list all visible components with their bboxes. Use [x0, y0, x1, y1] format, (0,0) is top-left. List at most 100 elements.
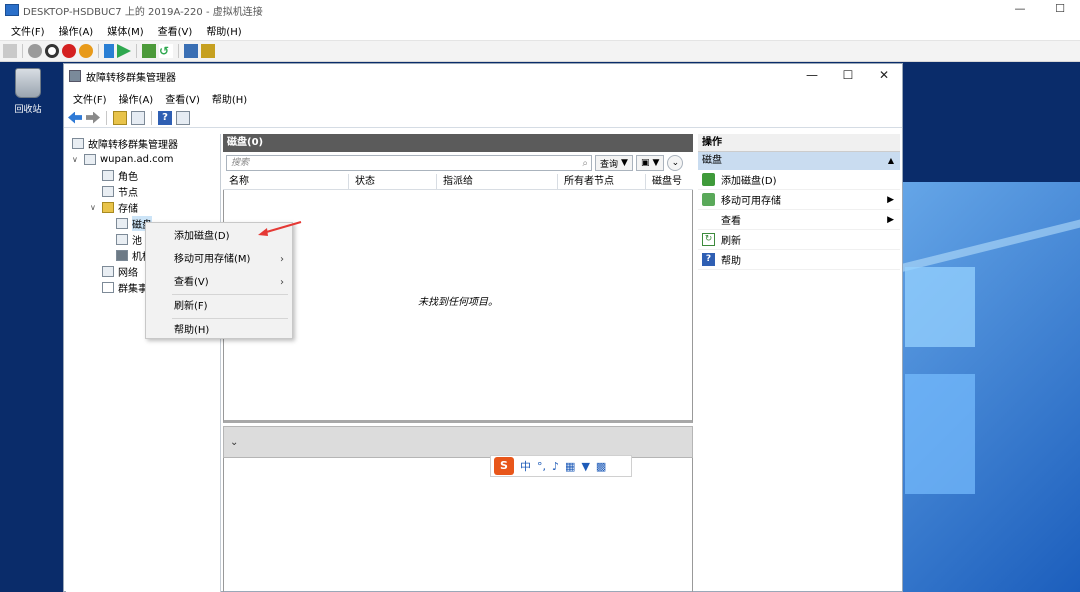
context-item-label: 添加磁盘(D) — [174, 231, 230, 242]
tree-item-label: 网络 — [118, 268, 138, 279]
vm-maximize-button[interactable]: ☐ — [1040, 0, 1080, 20]
context-item-label: 移动可用存储(M) — [174, 254, 251, 265]
microphone-icon[interactable]: ♪ — [552, 460, 559, 473]
ime-chinese-mode[interactable]: 中 — [520, 458, 531, 474]
toolbox-icon[interactable]: ▩ — [596, 460, 606, 473]
actions-section-disks[interactable]: 磁盘 ▲ — [698, 152, 900, 170]
action-label: 帮助 — [721, 256, 741, 267]
column-assigned-to[interactable]: 指派给 — [437, 173, 558, 190]
network-icon — [102, 266, 114, 277]
detail-pane-header[interactable]: ⌄ — [223, 426, 693, 458]
add-disk-icon — [702, 173, 715, 186]
collapse-icon[interactable]: ∨ — [90, 203, 100, 212]
event-log-icon — [102, 282, 114, 293]
ctrl-alt-del-icon[interactable] — [3, 44, 17, 58]
search-icon[interactable]: ⌕ — [582, 157, 588, 171]
vm-menu-media[interactable]: 媒体(M) — [100, 23, 150, 38]
context-item-label: 查看(V) — [174, 277, 209, 288]
column-owner-node[interactable]: 所有者节点 — [558, 173, 646, 190]
action-add-disk[interactable]: 添加磁盘(D) — [698, 170, 900, 190]
ime-toolbar: S 中 °, ♪ ▦ ▼ ▩ — [490, 455, 632, 477]
sogou-logo-icon[interactable]: S — [494, 457, 514, 475]
save-query-button[interactable]: ▣ ▼ — [635, 155, 665, 171]
action-move-storage[interactable]: 移动可用存储 ▶ — [698, 190, 900, 210]
vm-menu-help[interactable]: 帮助(H) — [199, 23, 248, 38]
filter-row: 搜索 ⌕ 查询 ▼ ▣ ▼ ⌄ — [223, 152, 693, 174]
ime-punctuation[interactable]: °, — [537, 460, 546, 473]
cluster-manager-titlebar: 故障转移群集管理器 — ☐ ✕ — [64, 64, 902, 88]
tree-item-label: 故障转移群集管理器 — [88, 140, 178, 151]
tree-item-storage[interactable]: ∨ 存储 — [90, 200, 138, 215]
menu-file[interactable]: 文件(F) — [67, 91, 113, 106]
back-arrow-icon[interactable] — [68, 111, 82, 124]
tree-item-cluster[interactable]: ∨ wupan.ad.com — [72, 152, 174, 167]
column-disk-number[interactable]: 磁盘号 — [646, 174, 693, 190]
recycle-bin-icon[interactable] — [15, 68, 41, 98]
turn-off-icon[interactable] — [45, 44, 59, 58]
search-placeholder: 搜索 — [231, 158, 250, 168]
pause-icon[interactable] — [104, 44, 114, 58]
cluster-manager-icon — [69, 70, 81, 82]
close-button[interactable]: ✕ — [866, 64, 902, 86]
collapse-icon[interactable]: ∨ — [72, 155, 82, 164]
show-hide-actions-icon[interactable] — [176, 110, 190, 125]
revert-icon[interactable]: ↺ — [159, 44, 173, 58]
recycle-bin[interactable]: 回收站 — [8, 68, 48, 115]
vm-menu-view[interactable]: 查看(V) — [151, 23, 200, 38]
context-help[interactable]: 帮助(H) — [146, 319, 292, 342]
menu-action[interactable]: 操作(A) — [113, 91, 160, 106]
keyboard-icon[interactable]: ▦ — [565, 460, 575, 473]
enhanced-session-icon[interactable] — [184, 44, 198, 58]
tree-item-nodes[interactable]: 节点 — [102, 184, 138, 199]
minimize-button[interactable]: — — [794, 64, 830, 86]
toolbar-divider — [178, 44, 179, 58]
menu-view[interactable]: 查看(V) — [159, 91, 206, 106]
shutdown-icon[interactable] — [62, 44, 76, 58]
collapse-icon[interactable]: ▲ — [888, 152, 894, 170]
vm-menu-action[interactable]: 操作(A) — [52, 23, 101, 38]
context-refresh[interactable]: 刷新(F) — [146, 295, 292, 318]
context-view[interactable]: 查看(V) › — [146, 271, 292, 294]
folder-up-icon[interactable] — [113, 110, 127, 125]
view-icon — [702, 213, 715, 226]
toolbar-divider — [106, 110, 107, 125]
action-label: 刷新 — [721, 236, 741, 247]
context-item-label: 刷新(F) — [174, 301, 208, 312]
resume-icon[interactable] — [117, 44, 131, 58]
help-icon[interactable]: ? — [158, 110, 172, 125]
toolbar-divider — [22, 44, 23, 58]
enclosure-icon — [116, 250, 128, 261]
chevron-down-icon[interactable]: ⌄ — [230, 437, 238, 448]
save-icon: ▣ — [640, 158, 650, 168]
tree-item-root[interactable]: 故障转移群集管理器 — [72, 136, 178, 151]
tree-item-pools[interactable]: 池 — [116, 232, 142, 247]
skin-icon[interactable]: ▼ — [581, 460, 589, 473]
action-view[interactable]: 查看 ▶ — [698, 210, 900, 230]
vm-menu-file[interactable]: 文件(F) — [4, 23, 52, 38]
recycle-bin-label: 回收站 — [14, 105, 42, 115]
maximize-button[interactable]: ☐ — [830, 64, 866, 86]
action-help[interactable]: ? 帮助 — [698, 250, 900, 270]
column-status[interactable]: 状态 — [349, 173, 437, 190]
save-state-icon[interactable] — [79, 44, 93, 58]
column-name[interactable]: 名称 — [223, 173, 349, 190]
submenu-arrow-icon: ▶ — [887, 194, 894, 205]
vm-minimize-button[interactable]: — — [1000, 0, 1040, 20]
forward-arrow-icon[interactable] — [86, 111, 100, 124]
vm-toolbar: ↺ — [0, 40, 1080, 62]
show-hide-tree-icon[interactable] — [131, 110, 145, 125]
start-icon[interactable] — [28, 44, 42, 58]
search-input[interactable]: 搜索 ⌕ — [226, 155, 592, 171]
expand-filter-button[interactable]: ⌄ — [667, 155, 684, 171]
action-refresh[interactable]: ↻ 刷新 — [698, 230, 900, 250]
storage-folder-icon — [102, 202, 114, 213]
tree-item-networks[interactable]: 网络 — [102, 264, 138, 279]
menu-help[interactable]: 帮助(H) — [206, 91, 253, 106]
tree-item-label: 角色 — [118, 172, 138, 183]
tree-item-roles[interactable]: 角色 — [102, 168, 138, 183]
context-move-storage[interactable]: 移动可用存储(M) › — [146, 248, 292, 271]
share-icon[interactable] — [201, 44, 215, 58]
action-label: 添加磁盘(D) — [721, 176, 777, 187]
checkpoint-icon[interactable] — [142, 44, 156, 58]
query-button[interactable]: 查询 ▼ — [595, 155, 633, 171]
